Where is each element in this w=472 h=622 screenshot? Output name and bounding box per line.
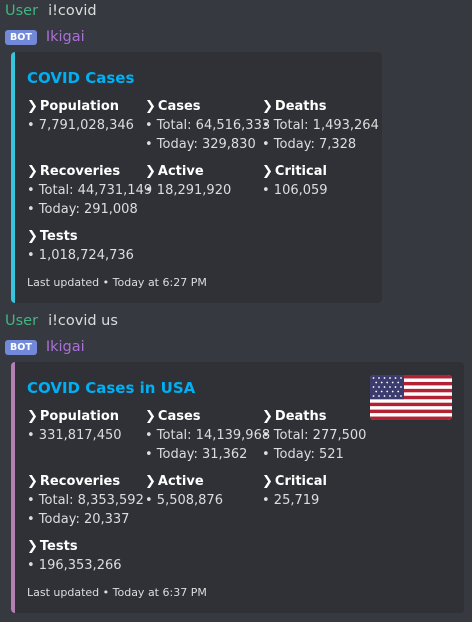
field-critical: ❯ Critical • 25,719 [262, 472, 376, 529]
bot-header-2: BOT Ikigai [5, 339, 85, 355]
field-name: Cases [157, 99, 201, 114]
us-flag-icon[interactable] [370, 375, 452, 420]
chevron-right-icon: ❯ [262, 474, 273, 489]
embed-usa: COVID Cases in USA ❯ Population • 331,817… [11, 362, 464, 613]
chevron-right-icon: ❯ [262, 164, 273, 179]
chevron-right-icon: ❯ [27, 99, 38, 114]
chevron-right-icon: ❯ [27, 474, 38, 489]
field-value: • Today: 7,328 [262, 137, 357, 152]
field-deaths: ❯ Deaths • Total: 1,493,264 • Today: 7,32… [262, 97, 379, 154]
embed-fields: ❯ Population • 331,817,450 ❯ Cases • Total… [27, 407, 452, 575]
field-tests: ❯ Tests • 1,018,724,736 [27, 227, 145, 265]
message-text: i!covid us [48, 313, 118, 329]
field-name: Critical [274, 474, 327, 489]
field-name: Deaths [274, 99, 327, 114]
embed-footer: Last updated • Today at 6:27 PM [27, 276, 207, 289]
embed-fields: ❯ Population • 7,791,028,346 ❯ Cases • Tot… [27, 97, 379, 265]
chevron-right-icon: ❯ [262, 99, 273, 114]
field-cases: ❯ Cases • Total: 64,516,333 • Today: 329,… [145, 97, 271, 154]
field-name: Tests [39, 539, 78, 554]
field-value: • 196,353,266 [27, 558, 122, 573]
message-text: i!covid [48, 3, 97, 19]
field-active: ❯ Active • 18,291,920 [145, 162, 262, 219]
field-name: Cases [157, 409, 201, 424]
field-value: • 1,018,724,736 [27, 248, 134, 263]
field-value: • Today: 329,830 [145, 137, 256, 152]
field-cases: ❯ Cases • Total: 14,139,968 • Today: 31,3… [145, 407, 271, 464]
chevron-right-icon: ❯ [145, 474, 156, 489]
field-recoveries: ❯ Recoveries • Total: 8,353,592 • Today: … [27, 472, 145, 529]
field-name: Population [39, 409, 120, 424]
bot-name[interactable]: Ikigai [46, 339, 85, 355]
field-name: Tests [39, 229, 78, 244]
field-name: Active [157, 474, 204, 489]
field-deaths: ❯ Deaths • Total: 277,500 • Today: 521 [262, 407, 376, 464]
field-name: Active [157, 164, 204, 179]
username[interactable]: User [5, 313, 38, 329]
field-name: Population [39, 99, 120, 114]
chevron-right-icon: ❯ [145, 99, 156, 114]
embed-title: COVID Cases [27, 69, 135, 87]
user-message-2: User i!covid us [5, 311, 118, 331]
field-name: Critical [274, 164, 327, 179]
field-recoveries: ❯ Recoveries • Total: 44,731,149 • Today:… [27, 162, 153, 219]
field-value: • Total: 14,139,968 [145, 428, 271, 443]
field-value: • Total: 44,731,149 [27, 183, 153, 198]
field-name: Deaths [274, 409, 327, 424]
field-population: ❯ Population • 7,791,028,346 [27, 97, 145, 154]
field-active: ❯ Active • 5,508,876 [145, 472, 262, 529]
embed-global: COVID Cases ❯ Population • 7,791,028,346 … [11, 52, 382, 303]
chevron-right-icon: ❯ [27, 229, 38, 244]
field-value: • Today: 291,008 [27, 202, 138, 217]
bot-header-1: BOT Ikigai [5, 29, 85, 45]
field-critical: ❯ Critical • 106,059 [262, 162, 376, 219]
field-tests: ❯ Tests • 196,353,266 [27, 537, 145, 575]
embed-footer: Last updated • Today at 6:37 PM [27, 586, 207, 599]
field-value: • Total: 1,493,264 [262, 118, 379, 133]
chevron-right-icon: ❯ [145, 164, 156, 179]
chevron-right-icon: ❯ [27, 539, 38, 554]
field-value: • Total: 64,516,333 [145, 118, 271, 133]
field-value: • Total: 8,353,592 [27, 493, 144, 508]
field-population: ❯ Population • 331,817,450 [27, 407, 145, 464]
field-value: • 5,508,876 [145, 493, 223, 508]
bot-tag: BOT [5, 29, 37, 45]
field-value: • Total: 277,500 [262, 428, 367, 443]
username[interactable]: User [5, 3, 38, 19]
field-value: • 18,291,920 [145, 183, 232, 198]
bot-name[interactable]: Ikigai [46, 29, 85, 45]
field-value: • Today: 31,362 [145, 447, 248, 462]
field-value: • Today: 20,337 [27, 512, 130, 527]
user-message-1: User i!covid [5, 1, 97, 21]
field-value: • 25,719 [262, 493, 320, 508]
chevron-right-icon: ❯ [262, 409, 273, 424]
chevron-right-icon: ❯ [145, 409, 156, 424]
field-name: Recoveries [39, 474, 121, 489]
field-value: • Today: 521 [262, 447, 344, 462]
field-value: • 331,817,450 [27, 428, 122, 443]
chevron-right-icon: ❯ [27, 409, 38, 424]
chevron-right-icon: ❯ [27, 164, 38, 179]
field-value: • 7,791,028,346 [27, 118, 134, 133]
field-value: • 106,059 [262, 183, 328, 198]
field-name: Recoveries [39, 164, 121, 179]
bot-tag: BOT [5, 339, 37, 355]
